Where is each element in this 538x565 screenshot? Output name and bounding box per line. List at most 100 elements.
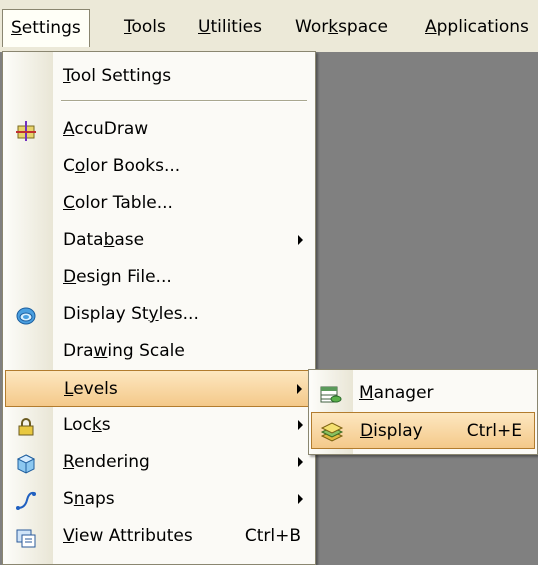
item-label: Color Table... — [63, 185, 173, 222]
menu-item-rendering[interactable]: Rendering — [5, 444, 313, 481]
menu-bar: Settings Tools Utilities Workspace Appli… — [0, 0, 538, 52]
mnemonic: M — [359, 383, 374, 403]
submenu-item-display[interactable]: Display Ctrl+E — [311, 412, 535, 449]
mnemonic: T — [124, 17, 132, 37]
label-part: S — [63, 489, 74, 509]
level-manager-icon — [319, 383, 342, 405]
item-label: Locks — [63, 407, 111, 444]
menu-item-view-attributes[interactable]: View Attributes Ctrl+B — [5, 518, 313, 555]
label-part: anager — [373, 383, 434, 403]
rendering-icon — [15, 452, 37, 474]
submenu-arrow-icon — [298, 494, 303, 504]
label-part: Data — [63, 230, 104, 250]
label-part: Display St — [63, 304, 149, 324]
mnemonic: n — [73, 489, 85, 509]
mnemonic: y — [148, 304, 159, 324]
mnemonic: o — [74, 156, 86, 176]
menu-item-design-file[interactable]: Design File... — [5, 259, 313, 296]
accudraw-icon — [15, 119, 37, 141]
mnemonic: C — [63, 193, 75, 213]
mnemonic: S — [11, 18, 22, 38]
menu-label: tilities — [210, 17, 262, 37]
menu-utilities[interactable]: Utilities — [190, 9, 270, 47]
mnemonic: T — [63, 66, 71, 86]
menu-item-database[interactable]: Database — [5, 222, 313, 259]
menu-item-accudraw[interactable]: AccuDraw — [5, 111, 313, 148]
item-label: AccuDraw — [63, 111, 148, 148]
label-part: ool Settings — [70, 66, 172, 86]
label-part: C — [63, 156, 75, 176]
submenu-arrow-icon — [298, 235, 303, 245]
menu-item-snaps[interactable]: Snaps — [5, 481, 313, 518]
settings-dropdown: Tool Settings AccuDraw Color Books... Co… — [2, 51, 316, 565]
menu-item-color-books[interactable]: Color Books... — [5, 148, 313, 185]
item-label: Color Books... — [63, 148, 180, 185]
item-label: Design File... — [63, 259, 172, 296]
mnemonic: D — [360, 421, 374, 441]
menu-label: ools — [131, 17, 166, 37]
menu-item-display-styles[interactable]: Display Styles... — [5, 296, 313, 333]
label-part: esign File... — [76, 267, 172, 287]
label-part: lor Books... — [85, 156, 181, 176]
menu-label: pplications — [436, 17, 529, 37]
mnemonic: A — [63, 119, 75, 139]
label-part: ase — [114, 230, 145, 250]
submenu-arrow-icon — [297, 384, 302, 394]
menu-separator — [61, 100, 307, 102]
item-label: Rendering — [63, 444, 150, 481]
label-part: aps — [84, 489, 115, 509]
mnemonic: k — [91, 415, 102, 435]
item-label: Tool Settings — [63, 58, 171, 95]
submenu-arrow-icon — [298, 457, 303, 467]
mnemonic: U — [198, 17, 211, 37]
levels-submenu: Manager Display Ctrl+E — [308, 369, 538, 455]
mnemonic: L — [64, 379, 74, 399]
menu-settings[interactable]: Settings — [2, 9, 90, 47]
item-label: Drawing Scale — [63, 333, 185, 370]
label-part: ing Scale — [107, 341, 185, 361]
item-label: Display Styles... — [63, 296, 199, 333]
mnemonic: A — [425, 17, 437, 37]
label-part: s — [101, 415, 111, 435]
item-label: Snaps — [63, 481, 115, 518]
view-attributes-icon — [15, 526, 37, 548]
item-label: View Attributes — [63, 518, 193, 555]
mnemonic: k — [328, 17, 339, 37]
mnemonic: b — [103, 230, 115, 250]
label-part: Dra — [63, 341, 94, 361]
label-part: Loc — [63, 415, 92, 435]
item-label: Database — [63, 222, 144, 259]
display-styles-icon — [15, 304, 37, 326]
label-part: iew Attributes — [74, 526, 193, 546]
menu-item-color-table[interactable]: Color Table... — [5, 185, 313, 222]
lock-icon — [15, 415, 37, 437]
submenu-item-manager[interactable]: Manager — [311, 375, 535, 412]
item-label: Display — [360, 413, 423, 450]
mnemonic: w — [93, 341, 108, 361]
menu-tools[interactable]: Tools — [116, 9, 174, 47]
menu-label: space — [338, 17, 388, 37]
menu-label: ettings — [21, 18, 81, 38]
label-part: olor Table... — [74, 193, 173, 213]
menu-label: Wor — [295, 17, 329, 37]
snaps-icon — [15, 489, 37, 511]
label-part: isplay — [373, 421, 423, 441]
mnemonic: R — [63, 452, 75, 472]
shortcut-label: Ctrl+E — [466, 421, 522, 441]
menu-item-locks[interactable]: Locks — [5, 407, 313, 444]
mnemonic: V — [63, 526, 75, 546]
item-label: Manager — [359, 375, 434, 412]
label-part: evels — [73, 379, 118, 399]
label-part: endering — [74, 452, 150, 472]
shortcut-label: Ctrl+B — [244, 526, 301, 546]
mnemonic: D — [63, 267, 77, 287]
menu-applications[interactable]: Applications — [417, 9, 537, 47]
label-part: ccuDraw — [74, 119, 149, 139]
label-part: les... — [158, 304, 199, 324]
level-display-icon — [320, 421, 344, 443]
menu-item-drawing-scale[interactable]: Drawing Scale — [5, 333, 313, 370]
menu-item-tool-settings[interactable]: Tool Settings — [5, 58, 313, 95]
item-label: Levels — [64, 371, 118, 408]
menu-workspace[interactable]: Workspace — [287, 9, 396, 47]
menu-item-levels[interactable]: Levels — [5, 370, 313, 407]
